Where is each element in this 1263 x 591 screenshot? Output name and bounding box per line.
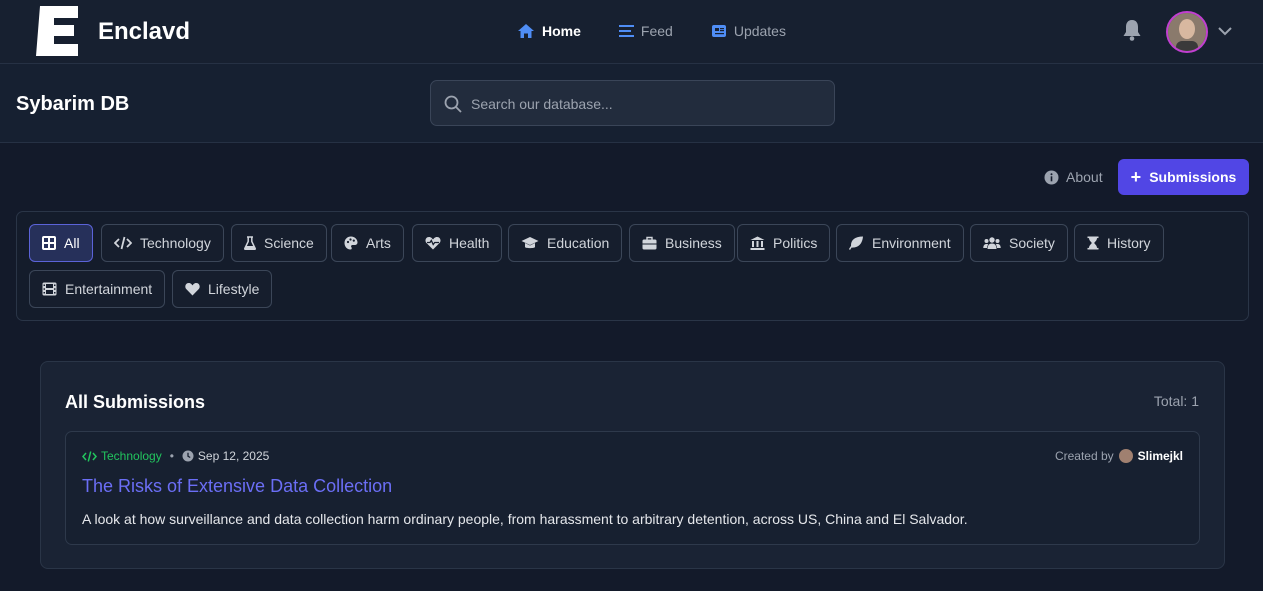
main-nav: Home Feed Updates	[517, 20, 824, 42]
submission-title-link[interactable]: The Risks of Extensive Data Collection	[82, 476, 392, 497]
submission-item[interactable]: Technology • Sep 12, 2025 Created by Sli…	[65, 431, 1200, 545]
submission-category-label: Technology	[101, 449, 162, 463]
user-avatar[interactable]	[1166, 11, 1208, 53]
submissions-button[interactable]: + Submissions	[1118, 159, 1249, 195]
submissions-card: All Submissions Total: 1 Technology • Se…	[40, 361, 1225, 569]
category-chip-lifestyle[interactable]: Lifestyle	[172, 270, 273, 308]
category-chip-history[interactable]: History	[1074, 224, 1164, 262]
category-chip-technology[interactable]: Technology	[101, 224, 224, 262]
users-icon	[983, 237, 1001, 249]
category-chip-label: Arts	[366, 235, 391, 251]
author-name[interactable]: Slimejkl	[1138, 449, 1183, 463]
category-chip-label: Technology	[140, 235, 211, 251]
category-chip-label: Lifestyle	[208, 281, 260, 297]
code-icon	[114, 236, 132, 250]
category-chip-label: Science	[264, 235, 314, 251]
search-icon	[444, 95, 462, 113]
category-chip-science[interactable]: Science	[231, 224, 327, 262]
category-chip-arts[interactable]: Arts	[331, 224, 404, 262]
brand-logo[interactable]	[36, 6, 80, 56]
bell-icon[interactable]	[1121, 18, 1143, 42]
home-icon	[518, 24, 534, 38]
submissions-total: Total: 1	[1153, 393, 1199, 409]
category-chip-label: Health	[449, 235, 490, 251]
hourglass-icon	[1087, 236, 1099, 250]
nav-feed-label: Feed	[640, 23, 673, 39]
page-title: Sybarim DB	[16, 93, 130, 115]
category-chip-entertainment[interactable]: Entertainment	[29, 270, 166, 308]
nav-updates-label: Updates	[733, 23, 786, 39]
category-filter-panel: All Technology Science Arts Health Educa…	[16, 211, 1249, 321]
landmark-icon	[750, 236, 765, 250]
heart-icon	[185, 283, 200, 296]
info-icon	[1044, 170, 1059, 184]
nav-feed[interactable]: Feed	[618, 20, 673, 42]
category-chip-label: Environment	[872, 235, 951, 251]
meta-separator: •	[169, 449, 174, 463]
category-chip-label: Society	[1009, 235, 1055, 251]
category-chip-education[interactable]: Education	[508, 224, 623, 262]
category-chip-label: All	[64, 235, 80, 251]
submission-category[interactable]: Technology	[82, 449, 162, 463]
submissions-button-label: Submissions	[1149, 169, 1237, 185]
brand-name[interactable]: Enclavd	[98, 18, 190, 46]
list-icon	[618, 25, 634, 37]
category-chip-label: Business	[665, 235, 722, 251]
submissions-heading: All Submissions	[65, 392, 206, 412]
submission-description: A look at how surveillance and data coll…	[82, 511, 968, 527]
graduation-cap-icon	[521, 237, 539, 249]
grid-icon	[42, 236, 56, 250]
briefcase-icon	[642, 236, 657, 250]
palette-icon	[344, 236, 358, 250]
category-chip-all[interactable]: All	[29, 224, 93, 262]
category-chip-label: Education	[547, 235, 610, 251]
category-chip-society[interactable]: Society	[970, 224, 1068, 262]
category-chip-label: Entertainment	[65, 281, 153, 297]
about-link[interactable]: About	[1044, 169, 1103, 185]
about-label: About	[1066, 169, 1103, 185]
avatar-image	[1168, 13, 1206, 51]
category-chip-label: History	[1107, 235, 1151, 251]
film-icon	[42, 282, 57, 296]
nav-home-label: Home	[542, 23, 581, 39]
category-chip-politics[interactable]: Politics	[737, 224, 831, 262]
category-chip-business[interactable]: Business	[629, 224, 735, 262]
search-input[interactable]	[471, 93, 821, 115]
nav-home[interactable]: Home	[517, 20, 581, 42]
category-chip-label: Politics	[773, 235, 818, 251]
nav-updates[interactable]: Updates	[711, 20, 786, 42]
chevron-down-icon[interactable]	[1218, 26, 1232, 36]
leaf-icon	[849, 236, 863, 250]
created-by-label: Created by	[1054, 449, 1114, 463]
submission-creator: Created by Slimejkl	[1055, 449, 1183, 463]
top-navbar: Enclavd Home Feed Updates	[0, 0, 1263, 64]
category-chip-environment[interactable]: Environment	[836, 224, 964, 262]
newspaper-icon	[711, 25, 726, 37]
code-icon	[82, 450, 97, 462]
category-chip-health[interactable]: Health	[412, 224, 503, 262]
plus-icon: +	[1130, 166, 1142, 187]
heart-pulse-icon	[425, 237, 441, 250]
search-box[interactable]	[430, 80, 835, 126]
submission-date: Sep 12, 2025	[182, 449, 269, 463]
clock-icon	[182, 450, 194, 462]
submission-date-text: Sep 12, 2025	[197, 449, 270, 463]
submission-meta: Technology • Sep 12, 2025	[82, 449, 269, 463]
database-header: Sybarim DB	[0, 64, 1263, 143]
author-avatar[interactable]	[1118, 449, 1133, 463]
flask-icon	[244, 236, 256, 250]
